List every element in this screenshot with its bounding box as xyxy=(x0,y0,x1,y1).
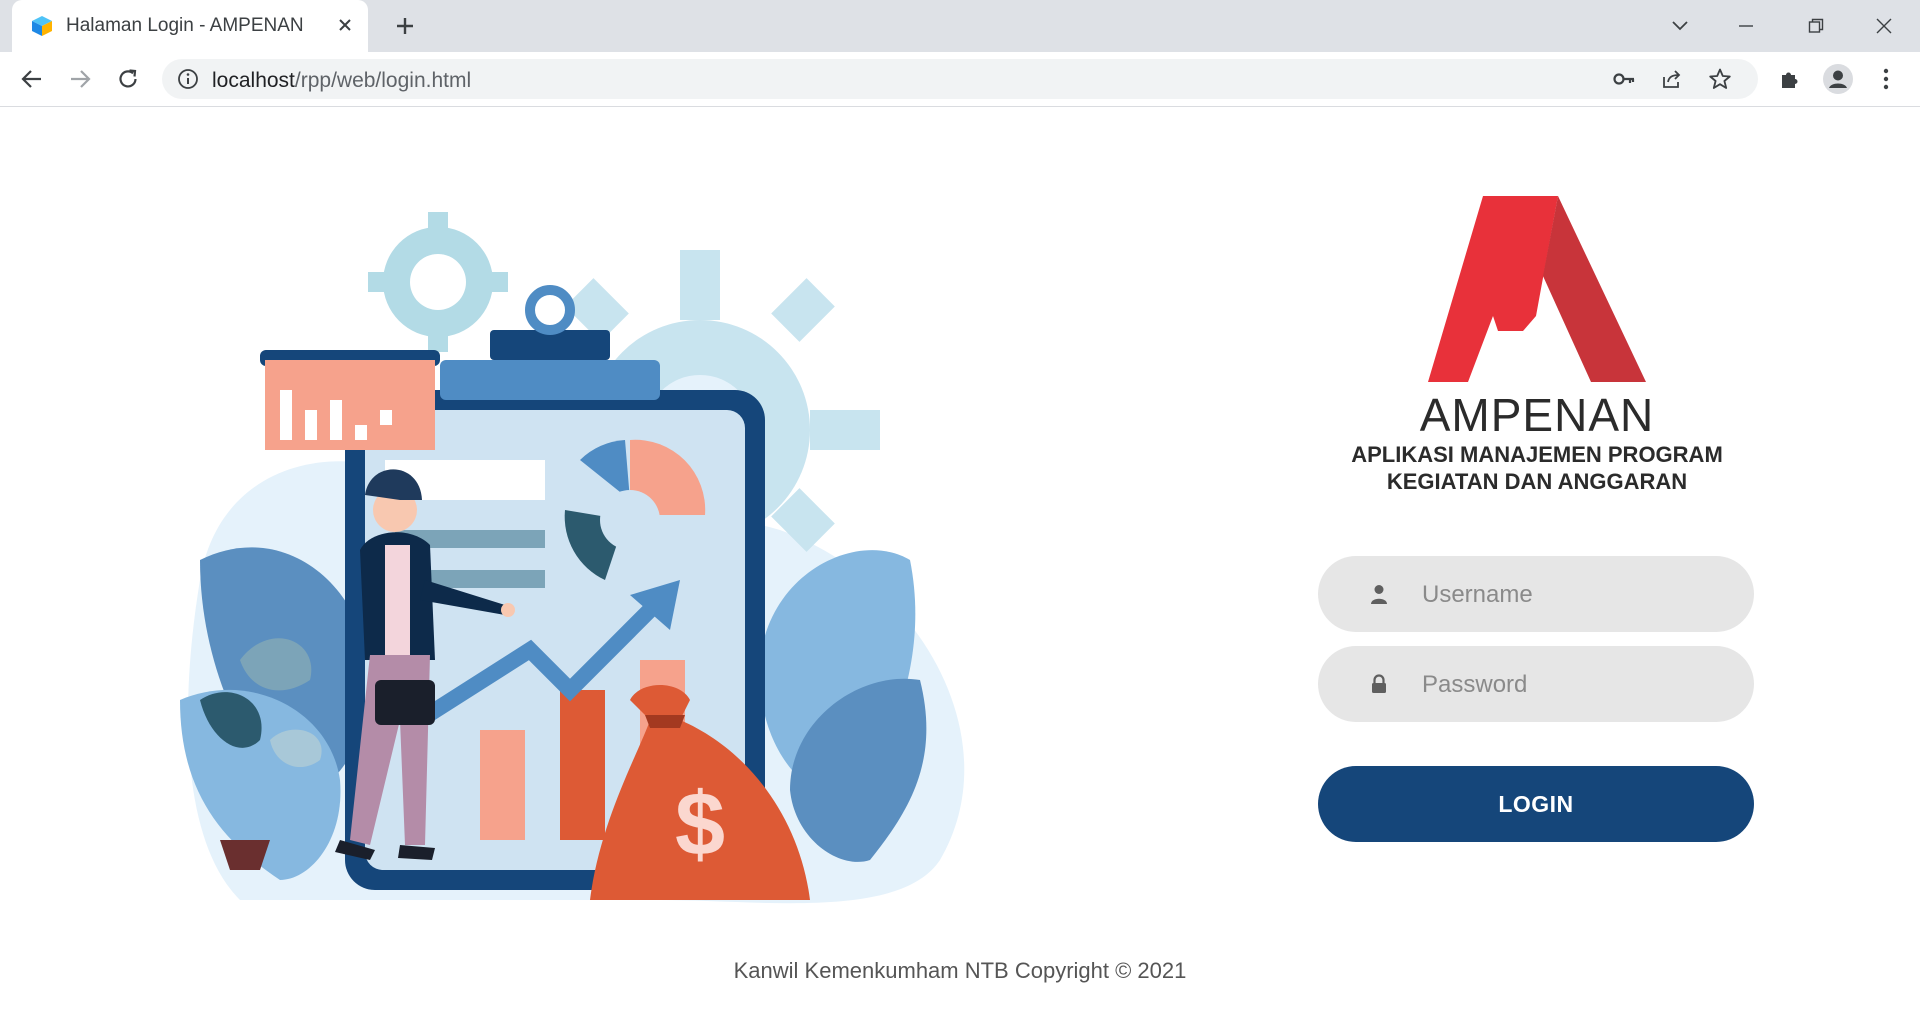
url-host: localhost xyxy=(212,69,295,92)
brand-subtitle: APLIKASI MANAJEMEN PROGRAM KEGIATAN DAN … xyxy=(1300,441,1774,495)
user-icon xyxy=(1368,582,1390,606)
forward-arrow-icon[interactable] xyxy=(62,61,98,97)
cube-favicon-icon xyxy=(32,16,52,36)
username-input[interactable] xyxy=(1420,556,1724,634)
back-arrow-icon[interactable] xyxy=(14,61,50,97)
browser-tab[interactable]: Halaman Login - AMPENAN xyxy=(12,0,368,52)
url-path: /rpp/web/login.html xyxy=(294,69,472,92)
share-icon[interactable] xyxy=(1656,63,1688,95)
lock-icon xyxy=(1368,672,1390,696)
reload-icon[interactable] xyxy=(110,61,146,97)
browser-toolbar: localhost/rpp/web/login.html xyxy=(0,52,1920,107)
browser-tabstrip: Halaman Login - AMPENAN xyxy=(0,0,1920,52)
footer-copyright: Kanwil Kemenkumham NTB Copyright © 2021 xyxy=(733,958,1187,983)
bookmark-star-icon[interactable] xyxy=(1704,63,1736,95)
finance-illustration: $ xyxy=(180,212,965,904)
browser-menu-icon[interactable] xyxy=(1868,61,1904,97)
ampenan-logo-mark xyxy=(1428,196,1646,382)
site-info-icon[interactable] xyxy=(176,67,200,91)
tab-close-icon[interactable] xyxy=(332,12,358,38)
close-window-icon[interactable] xyxy=(1866,8,1902,44)
url-text[interactable]: localhost/rpp/web/login.html xyxy=(212,69,471,93)
new-tab-plus-icon[interactable] xyxy=(390,11,420,41)
login-button[interactable]: LOGIN xyxy=(1318,766,1754,842)
restore-icon[interactable] xyxy=(1798,8,1834,44)
brand-name: AMPENAN xyxy=(1419,389,1655,441)
minimize-icon[interactable] xyxy=(1728,8,1764,44)
tab-title: Halaman Login - AMPENAN xyxy=(66,15,304,36)
address-bar[interactable]: localhost/rpp/web/login.html xyxy=(162,59,1758,99)
profile-avatar-icon[interactable] xyxy=(1820,61,1856,97)
brand-subtitle-line1: APLIKASI MANAJEMEN PROGRAM xyxy=(1351,442,1723,467)
svg-text:$: $ xyxy=(675,775,725,875)
tab-search-chevron-icon[interactable] xyxy=(1662,8,1698,44)
extensions-puzzle-icon[interactable] xyxy=(1772,61,1808,97)
password-input[interactable] xyxy=(1420,646,1724,724)
brand-subtitle-line2: KEGIATAN DAN ANGGARAN xyxy=(1386,469,1688,494)
key-icon[interactable] xyxy=(1608,63,1640,95)
username-field[interactable] xyxy=(1318,556,1754,634)
password-field[interactable] xyxy=(1318,646,1754,724)
